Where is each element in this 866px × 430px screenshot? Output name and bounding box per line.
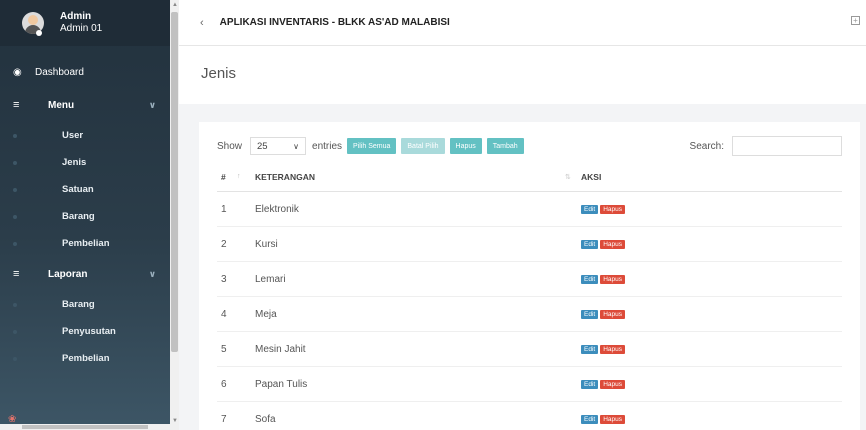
delete-button[interactable]: Hapus bbox=[600, 274, 625, 284]
circle-icon bbox=[13, 187, 17, 192]
sidebar-item-satuan[interactable]: Satuan bbox=[0, 176, 170, 203]
circle-icon bbox=[13, 160, 17, 165]
sidebar-item-barang[interactable]: Barang bbox=[0, 203, 170, 230]
edit-button[interactable]: Edit bbox=[581, 379, 599, 389]
edit-button[interactable]: Edit bbox=[581, 344, 599, 354]
delete-button[interactable]: Hapus bbox=[600, 379, 625, 389]
table-row: 5 Mesin Jahit Edit Hapus bbox=[217, 332, 842, 367]
sidebar-item-laporan-pembelian[interactable]: Pembelian bbox=[0, 345, 170, 372]
scroll-up-icon[interactable]: ▲ bbox=[172, 2, 178, 8]
circle-icon bbox=[13, 133, 17, 138]
circle-icon bbox=[13, 356, 17, 361]
table-controls: Show 25 ∨ entries Pilih Semua Batal Pili… bbox=[217, 136, 524, 156]
sidebar-item-pembelian[interactable]: Pembelian bbox=[0, 230, 170, 257]
jenis-table: # ↑ KETERANGAN ⇅ AKSI 1 Elektronik Edit H… bbox=[217, 162, 842, 430]
filter-icon: ≡ bbox=[13, 99, 20, 111]
edit-button[interactable]: Edit bbox=[581, 414, 599, 424]
table-row: 6 Papan Tulis Edit Hapus bbox=[217, 367, 842, 402]
delete-button[interactable]: Hapus bbox=[600, 239, 625, 249]
sidebar-item-dashboard[interactable]: ◉ Dashboard bbox=[0, 56, 170, 88]
sidebar-group-menu[interactable]: ≡ Menu ∨ bbox=[0, 88, 170, 122]
table-row: 2 Kursi Edit Hapus bbox=[217, 227, 842, 262]
table-header-row: # ↑ KETERANGAN ⇅ AKSI bbox=[217, 162, 842, 192]
sidebar-item-user[interactable]: User bbox=[0, 122, 170, 149]
circle-icon bbox=[13, 302, 17, 307]
column-header-no[interactable]: # bbox=[217, 172, 237, 182]
scrollbar-thumb[interactable] bbox=[171, 12, 178, 352]
entries-label: entries bbox=[312, 140, 343, 152]
expand-icon[interactable]: + bbox=[851, 16, 860, 25]
chevron-down-icon: ∨ bbox=[148, 99, 156, 110]
chevron-down-icon: ∨ bbox=[293, 141, 300, 151]
delete-selected-button[interactable]: Hapus bbox=[449, 138, 482, 154]
search-label: Search: bbox=[689, 140, 724, 152]
app-title: APLIKASI INVENTARIS - BLKK AS'AD MALABIS… bbox=[219, 17, 450, 28]
entries-select[interactable]: 25 ∨ bbox=[250, 137, 307, 155]
horizontal-scrollbar[interactable] bbox=[0, 424, 170, 430]
sidebar-group-laporan[interactable]: ≡ Laporan ∨ bbox=[0, 257, 170, 291]
table-row: 1 Elektronik Edit Hapus bbox=[217, 192, 842, 227]
page-header: Jenis bbox=[179, 46, 866, 104]
table-row: 7 Sofa Edit Hapus bbox=[217, 402, 842, 430]
table-row: 3 Lemari Edit Hapus bbox=[217, 262, 842, 297]
circle-icon bbox=[13, 214, 17, 219]
sort-arrow-icon: ⇅ bbox=[565, 173, 571, 181]
show-label: Show bbox=[217, 140, 243, 152]
select-all-button[interactable]: Pilih Semua bbox=[347, 138, 397, 154]
scroll-down-icon[interactable]: ▼ bbox=[172, 418, 178, 424]
edit-button[interactable]: Edit bbox=[581, 204, 599, 214]
search-input[interactable] bbox=[732, 136, 842, 156]
sidebar-item-laporan-barang[interactable]: Barang bbox=[0, 291, 170, 318]
sidebar: Admin Admin 01 ◉ Dashboard ≡ Menu ∨ User… bbox=[0, 0, 170, 430]
table-search: Search: bbox=[690, 136, 842, 156]
back-icon[interactable]: ‹ bbox=[200, 17, 204, 29]
filter-icon: ≡ bbox=[13, 268, 20, 280]
delete-button[interactable]: Hapus bbox=[600, 414, 625, 424]
edit-button[interactable]: Edit bbox=[581, 309, 599, 319]
table-row: 4 Meja Edit Hapus bbox=[217, 297, 842, 332]
user-name: Admin bbox=[60, 11, 92, 22]
add-button[interactable]: Tambah bbox=[486, 138, 524, 154]
column-header-aksi: AKSI bbox=[581, 171, 602, 182]
delete-button[interactable]: Hapus bbox=[600, 344, 625, 354]
edit-button[interactable]: Edit bbox=[581, 239, 599, 249]
sidebar-item-jenis[interactable]: Jenis bbox=[0, 149, 170, 176]
edit-button[interactable]: Edit bbox=[581, 274, 599, 284]
delete-button[interactable]: Hapus bbox=[600, 204, 625, 214]
column-header-keterangan[interactable]: KETERANGAN bbox=[255, 172, 569, 182]
online-status-dot bbox=[36, 30, 42, 36]
deselect-button[interactable]: Batal Pilih bbox=[401, 138, 445, 154]
vertical-scrollbar[interactable]: ▲ ▼ bbox=[170, 0, 179, 430]
sidebar-item-laporan-penyusutan[interactable]: Penyusutan bbox=[0, 318, 170, 345]
user-role: Admin 01 bbox=[60, 23, 103, 34]
table-card: Show 25 ∨ entries Pilih Semua Batal Pili… bbox=[199, 122, 860, 430]
circle-icon bbox=[13, 329, 17, 334]
top-bar: ‹ APLIKASI INVENTARIS - BLKK AS'AD MALAB… bbox=[179, 0, 866, 46]
circle-icon bbox=[13, 241, 17, 246]
chevron-down-icon: ∨ bbox=[148, 268, 156, 279]
dashboard-icon: ◉ bbox=[13, 66, 22, 78]
delete-button[interactable]: Hapus bbox=[600, 309, 625, 319]
user-panel: Admin Admin 01 bbox=[0, 0, 170, 46]
page-title: Jenis bbox=[201, 65, 237, 82]
sort-arrow-icon: ↑ bbox=[237, 173, 241, 180]
